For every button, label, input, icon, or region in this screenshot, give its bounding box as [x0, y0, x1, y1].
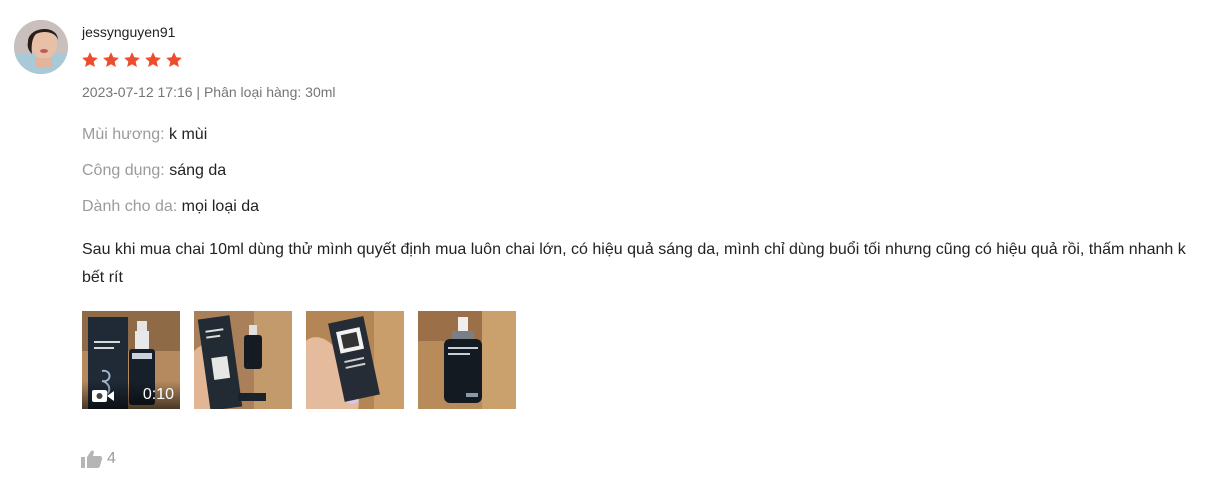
media-thumb-image[interactable] — [418, 311, 516, 409]
thumbs-up-icon — [81, 450, 103, 468]
rating-stars — [81, 51, 183, 69]
review-meta: 2023-07-12 17:16 | Phân loại hàng: 30ml — [82, 83, 336, 101]
media-thumb-image[interactable] — [194, 311, 292, 409]
star-icon — [102, 51, 120, 69]
review-comment: Sau khi mua chai 10ml dùng thử mình quyế… — [82, 241, 1186, 286]
attribute-key-skin-type: Dành cho da: — [82, 198, 178, 215]
like-button[interactable]: 4 — [81, 450, 116, 468]
attribute-row: Dành cho da: mọi loại da — [82, 196, 259, 232]
avatar[interactable] — [14, 20, 68, 74]
review-photo — [306, 311, 404, 409]
meta-separator: | — [192, 84, 204, 100]
star-icon — [81, 51, 99, 69]
review-variation: Phân loại hàng: 30ml — [203, 84, 336, 100]
review-photo — [194, 311, 292, 409]
reviewer-username[interactable]: jessynguyen91 — [82, 23, 175, 41]
like-count: 4 — [107, 450, 116, 467]
star-icon — [144, 51, 162, 69]
review-media: 0:10 — [82, 311, 516, 409]
attribute-value-effect: sáng da — [169, 162, 227, 179]
video-duration: 0:10 — [142, 386, 174, 403]
attribute-key-scent: Mùi hương: — [82, 126, 165, 143]
media-thumb-image[interactable] — [306, 311, 404, 409]
media-thumb-video[interactable]: 0:10 — [82, 311, 180, 409]
avatar-image — [14, 20, 68, 74]
review-attributes: Mùi hương: k mùi Công dụng: sáng da Dành… — [82, 124, 259, 232]
video-camera-icon — [92, 389, 114, 403]
star-icon — [165, 51, 183, 69]
attribute-row: Công dụng: sáng da — [82, 160, 259, 196]
attribute-key-effect: Công dụng: — [82, 162, 165, 179]
attribute-row: Mùi hương: k mùi — [82, 124, 259, 160]
review-date: 2023-07-12 17:16 — [82, 84, 193, 100]
product-review: jessynguyen91 2023-07-12 17:16 | Phân lo… — [0, 0, 1212, 500]
review-photo — [418, 311, 516, 409]
attribute-value-skin-type: mọi loại da — [181, 198, 260, 215]
attribute-value-scent: k mùi — [169, 126, 208, 143]
star-icon — [123, 51, 141, 69]
